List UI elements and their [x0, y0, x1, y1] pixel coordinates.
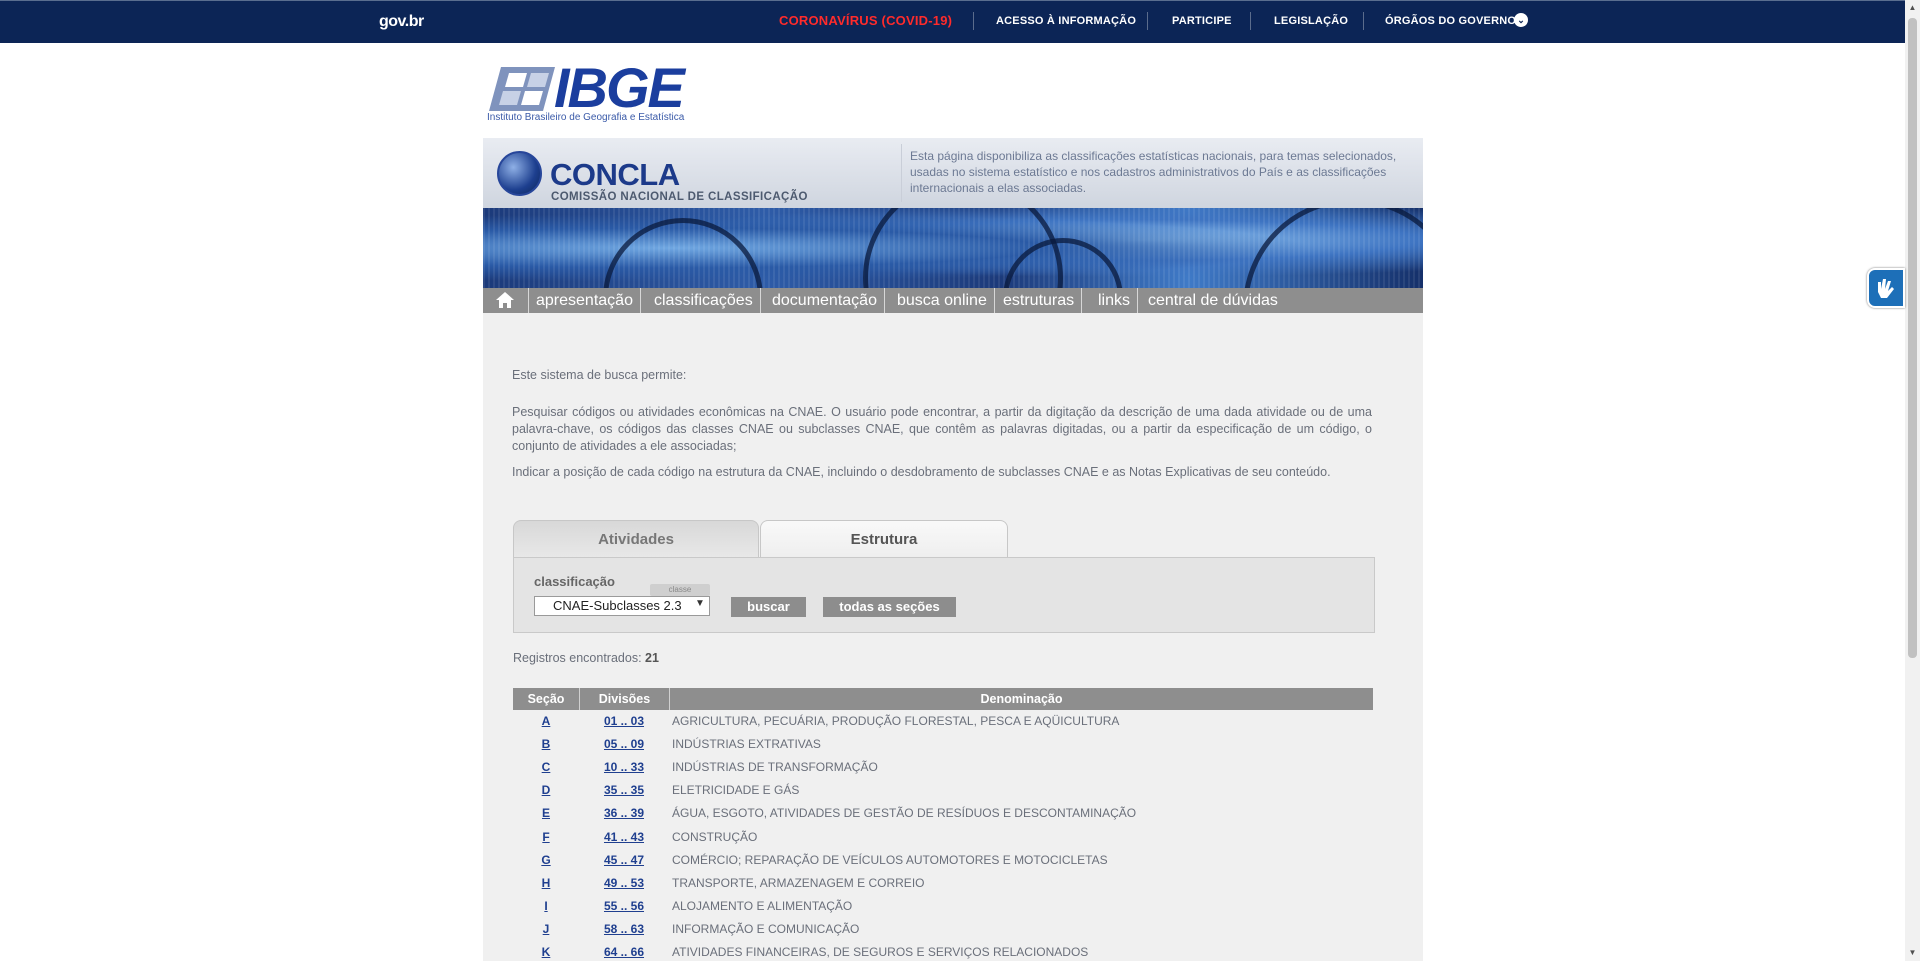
tab-atividades[interactable]: Atividades [513, 520, 759, 558]
classification-label: classificação [534, 574, 615, 589]
table-row: I 55 .. 56 ALOJAMENTO E ALIMENTAÇÃO [513, 895, 1373, 918]
table-row: G 45 .. 47 COMÉRCIO; REPARAÇÃO DE VEÍCULOS… [513, 849, 1373, 872]
records-count: Registros encontrados: 21 [513, 651, 659, 665]
secao-link[interactable]: G [513, 849, 579, 872]
divisoes-link[interactable]: 05 .. 09 [579, 733, 669, 756]
secao-link[interactable]: E [513, 802, 579, 825]
nav-classificacoes[interactable]: classificações [647, 288, 761, 313]
classe-hint: classe [650, 584, 710, 596]
buscar-button[interactable]: buscar [731, 597, 806, 617]
divisoes-link[interactable]: 45 .. 47 [579, 849, 669, 872]
ibge-subtitle: Instituto Brasileiro de Geografia e Esta… [487, 112, 685, 123]
secao-link[interactable]: A [513, 710, 579, 733]
scroll-down-arrow-icon[interactable]: ▼ [1905, 945, 1920, 961]
nav-links[interactable]: links [1091, 288, 1139, 313]
classification-select[interactable]: CNAE-Subclasses 2.3 [534, 596, 710, 616]
intro-paragraph: Pesquisar códigos ou atividades econômic… [512, 405, 1372, 453]
gov-link-legislacao[interactable]: LEGISLAÇÃO [1274, 15, 1348, 27]
banner-decoration [1243, 208, 1423, 288]
gov-link-acesso[interactable]: ACESSO À INFORMAÇÃO [996, 15, 1136, 27]
gov-separator [1363, 12, 1364, 30]
banner-decoration [603, 218, 763, 288]
denominacao-text: ALOJAMENTO E ALIMENTAÇÃO [672, 898, 853, 913]
denominacao-text: CONSTRUÇÃO [672, 829, 758, 844]
header-banner-image [483, 208, 1423, 288]
denominacao-text: ÁGUA, ESGOTO, ATIVIDADES DE GESTÃO DE RE… [672, 806, 1137, 821]
tab-estrutura[interactable]: Estrutura [760, 520, 1008, 558]
table-row: E 36 .. 39 ÁGUA, ESGOTO, ATIVIDADES DE GES… [513, 802, 1373, 825]
nav-central-duvidas[interactable]: central de dúvidas [1141, 288, 1285, 313]
ibge-logo-mark [489, 67, 555, 111]
header-divisoes: Divisões [580, 688, 670, 710]
gov-separator [1250, 12, 1251, 30]
table-row: F 41 .. 43 CONSTRUÇÃO [513, 826, 1373, 849]
nav-documentacao[interactable]: documentação [765, 288, 885, 313]
divisoes-link[interactable]: 58 .. 63 [579, 918, 669, 941]
main-nav: apresentação classificações documentação… [483, 288, 1423, 313]
divisoes-link[interactable]: 01 .. 03 [579, 710, 669, 733]
gov-separator [973, 12, 974, 30]
scrollbar-thumb[interactable] [1908, 18, 1917, 658]
table-row: J 58 .. 63 INFORMAÇÃO E COMUNICAÇÃO [513, 918, 1373, 941]
todas-secoes-button[interactable]: todas as seções [823, 597, 956, 617]
intro-paragraph: Indicar a posição de cada código na estr… [512, 465, 1331, 479]
denominacao-text: TRANSPORTE, ARMAZENAGEM E CORREIO [672, 875, 925, 890]
nav-estruturas[interactable]: estruturas [996, 288, 1083, 313]
ibge-wordmark: IBGE [554, 56, 685, 119]
sign-language-icon [1878, 279, 1894, 298]
secao-link[interactable]: B [513, 733, 579, 756]
denominacao-text: INDÚSTRIAS DE TRANSFORMAÇÃO [672, 760, 878, 775]
home-icon[interactable] [495, 291, 515, 309]
denominacao-text: INFORMAÇÃO E COMUNICAÇÃO [672, 921, 860, 936]
secao-link[interactable]: D [513, 779, 579, 802]
records-label: Registros encontrados: [513, 651, 642, 665]
table-row: D 35 .. 35 ELETRICIDADE E GÁS [513, 779, 1373, 802]
concla-title[interactable]: CONCLA [550, 157, 680, 193]
search-panel [513, 557, 1375, 633]
table-row: B 05 .. 09 INDÚSTRIAS EXTRATIVAS [513, 733, 1373, 756]
table-row: C 10 .. 33 INDÚSTRIAS DE TRANSFORMAÇÃO [513, 756, 1373, 779]
concla-description: Esta página disponibiliza as classificaç… [910, 149, 1397, 195]
divisoes-link[interactable]: 49 .. 53 [579, 872, 669, 895]
chevron-down-icon[interactable]: ⌄ [1514, 13, 1528, 27]
table-row: H 49 .. 53 TRANSPORTE, ARMAZENAGEM E CORRE… [513, 872, 1373, 895]
denominacao-text: COMÉRCIO; REPARAÇÃO DE VEÍCULOS AUTOMOTO… [672, 852, 1108, 867]
denominacao-text: ELETRICIDADE E GÁS [672, 783, 800, 798]
gov-link-orgaos[interactable]: ÓRGÃOS DO GOVERNO [1385, 15, 1516, 27]
results-table-header: Seção Divisões Denominação [513, 688, 1373, 710]
header-divider [901, 144, 902, 202]
divisoes-link[interactable]: 36 .. 39 [579, 802, 669, 825]
divisoes-link[interactable]: 10 .. 33 [579, 756, 669, 779]
intro-paragraph: Este sistema de busca permite: [512, 368, 687, 382]
gov-link-participe[interactable]: PARTICIPE [1172, 15, 1232, 27]
secao-link[interactable]: F [513, 826, 579, 849]
divisoes-link[interactable]: 55 .. 56 [579, 895, 669, 918]
gov-bar [0, 0, 1905, 43]
table-row: A 01 .. 03 AGRICULTURA, PECUÁRIA, PRODUÇÃO… [513, 710, 1373, 733]
gov-link-covid[interactable]: CORONAVÍRUS (COVID-19) [779, 13, 952, 28]
globe-icon [497, 151, 542, 196]
denominacao-text: INDÚSTRIAS EXTRATIVAS [672, 737, 821, 752]
secao-link[interactable]: J [513, 918, 579, 941]
gov-br-logo[interactable]: gov.br [379, 13, 424, 31]
vlibras-widget[interactable] [1867, 268, 1905, 308]
chevron-down-icon[interactable]: ▼ [695, 598, 705, 609]
header-denominacao: Denominação [980, 692, 1063, 706]
concla-subtitle: COMISSÃO NACIONAL DE CLASSIFICAÇÃO [551, 191, 808, 203]
divisoes-link[interactable]: 35 .. 35 [579, 779, 669, 802]
records-number: 21 [645, 651, 659, 665]
nav-busca-online[interactable]: busca online [890, 288, 995, 313]
secao-link[interactable]: C [513, 756, 579, 779]
scroll-up-arrow-icon[interactable]: ▲ [1905, 0, 1920, 16]
secao-link[interactable]: I [513, 895, 579, 918]
gov-separator [1147, 12, 1148, 30]
nav-apresentacao[interactable]: apresentação [529, 288, 641, 313]
divisoes-link[interactable]: 41 .. 43 [579, 826, 669, 849]
header-secao: Seção [513, 688, 580, 710]
secao-link[interactable]: H [513, 872, 579, 895]
denominacao-text: AGRICULTURA, PECUÁRIA, PRODUÇÃO FLORESTA… [672, 714, 1120, 728]
